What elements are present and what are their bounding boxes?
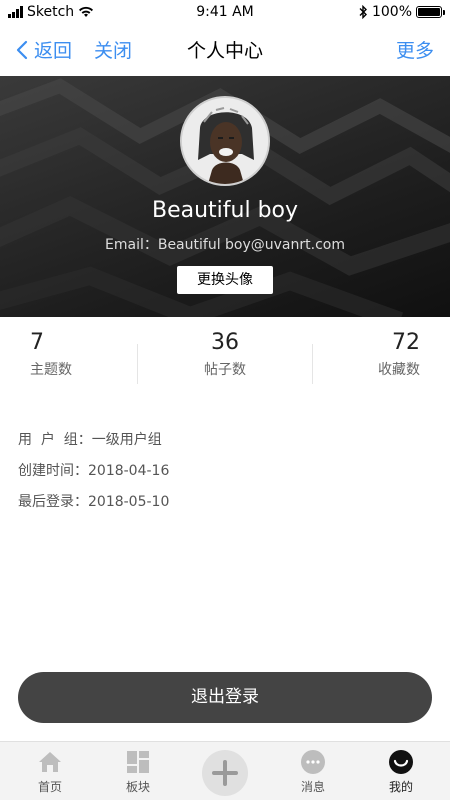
page-title: 个人中心: [186, 40, 263, 62]
chat-icon: [301, 750, 325, 774]
profile-header: Beautiful boy Email：Beautiful boy@uvanrt…: [0, 76, 450, 317]
more-button[interactable]: 更多: [396, 36, 434, 63]
tab-home[interactable]: 首页: [5, 742, 95, 800]
tab-boards[interactable]: 板块: [93, 742, 183, 800]
profile-email: Email：Beautiful boy@uvanrt.com: [105, 237, 345, 253]
account-info: 用 户 组：一级用户组 创建时间：2018-04-16 最后登录：2018-05…: [18, 428, 169, 521]
stat-favorites-label: 收藏数: [378, 362, 420, 378]
tab-me[interactable]: 我的: [356, 742, 446, 800]
stats-section: 7 主题数 36 帖子数 72 收藏数: [0, 330, 450, 394]
home-icon: [39, 752, 61, 772]
bluetooth-icon: [359, 5, 367, 19]
stats-divider: [137, 344, 138, 384]
grid-icon: [127, 751, 149, 773]
avatar[interactable]: [180, 96, 270, 186]
nav-bar: 返回 关闭 个人中心 更多: [0, 24, 450, 76]
tab-messages-label: 消息: [300, 780, 325, 794]
profile-icon: [389, 750, 413, 774]
status-right: 100%: [358, 4, 445, 20]
change-avatar-button[interactable]: 更换头像: [177, 266, 273, 294]
stats-divider: [312, 344, 313, 384]
avatar-portrait-icon: [182, 98, 268, 184]
tab-home-label: 首页: [37, 780, 62, 794]
battery-icon: [416, 6, 445, 18]
last-login-row: 最后登录：2018-05-10: [18, 494, 170, 510]
tab-me-label: 我的: [388, 780, 413, 794]
plus-icon: [212, 760, 238, 786]
logout-button[interactable]: 退出登录: [18, 672, 432, 723]
tab-messages[interactable]: 消息: [268, 742, 358, 800]
user-group-row: 用 户 组：一级用户组: [18, 432, 162, 448]
stat-favorites-value: 72: [392, 330, 420, 355]
tab-bar: 首页 板块 消息 我的: [0, 741, 450, 800]
stat-favorites[interactable]: 72 收藏数: [378, 330, 420, 394]
created-date-row: 创建时间：2018-04-16: [18, 463, 170, 479]
status-bar: Sketch 9:41 AM 100%: [0, 0, 450, 24]
battery-percent: 100%: [371, 4, 412, 20]
tab-post[interactable]: [202, 750, 248, 796]
profile-name: Beautiful boy: [151, 198, 299, 223]
tab-boards-label: 板块: [125, 780, 150, 794]
